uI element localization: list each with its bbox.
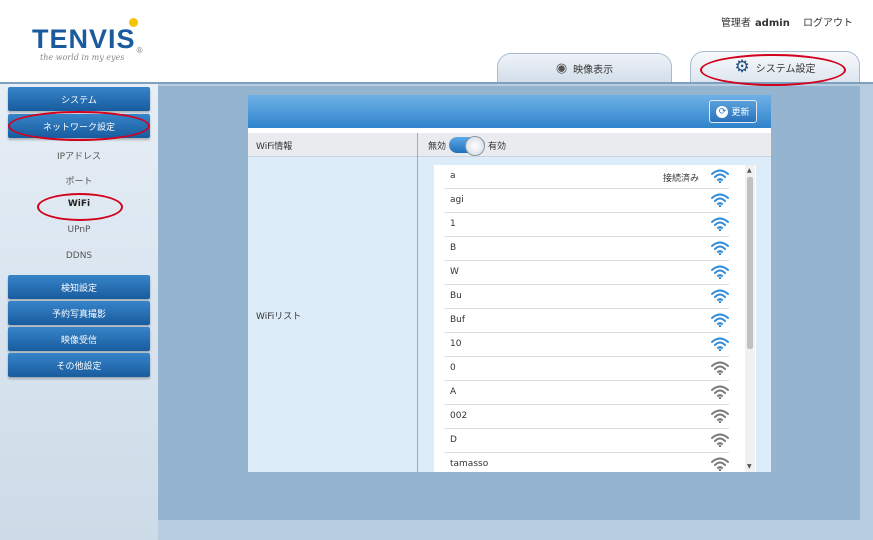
wifi-ssid: Bu: [450, 291, 462, 301]
sidebar-sub-wifi[interactable]: WiFi: [8, 199, 150, 209]
sidebar-item-network[interactable]: ネットワーク設定: [8, 114, 150, 138]
wifi-network-row[interactable]: Bu: [444, 285, 729, 309]
header: TENVIS® the world in my eyes 管理者 admin ログ…: [0, 0, 873, 84]
tab-video-label: 映像表示: [573, 64, 614, 76]
user-prefix: 管理者: [720, 18, 751, 29]
wifi-network-row[interactable]: 002: [444, 405, 729, 429]
wifi-network-row[interactable]: A: [444, 381, 729, 405]
wifi-ssid: B: [450, 243, 457, 253]
wifi-network-row[interactable]: D: [444, 429, 729, 453]
wifi-toggle-group: 無効 有効: [428, 136, 507, 156]
user-name: admin: [754, 18, 790, 29]
wifi-network-row[interactable]: 10: [444, 333, 729, 357]
wifi-ssid: 10: [450, 339, 462, 349]
wifi-signal-icon: [711, 289, 729, 303]
wifi-network-row[interactable]: 0: [444, 357, 729, 381]
user-area: 管理者 admin ログアウト: [721, 14, 853, 29]
wifi-ssid: A: [450, 387, 457, 397]
wifi-signal-icon: [711, 217, 729, 231]
wifi-network-row[interactable]: B: [444, 237, 729, 261]
wifi-signal-icon: [711, 457, 729, 471]
scroll-thumb[interactable]: [747, 177, 753, 349]
brand-name: TENVIS: [32, 24, 136, 54]
toggle-on-label: 有効: [488, 141, 507, 152]
sidebar-sub-ip[interactable]: IPアドレス: [8, 149, 150, 162]
refresh-label: 更新: [731, 108, 750, 118]
wifi-settings-card: ⟳ 更新 WiFi情報 無効 有効 WiFiリスト a 接続済み agi 1 B W Bu B…: [248, 95, 771, 472]
wifi-network-row[interactable]: 1: [444, 213, 729, 237]
webcam-icon: ◉: [555, 60, 568, 76]
wifi-signal-icon: [711, 265, 729, 279]
scrollbar[interactable]: ▲ ▼: [745, 165, 755, 472]
refresh-icon: ⟳: [716, 105, 729, 118]
wifi-list-label: WiFiリスト: [256, 312, 302, 322]
gear-icon: ⚙: [734, 57, 750, 77]
wifi-toggle[interactable]: [449, 136, 486, 156]
sidebar-item-video[interactable]: 映像受信: [8, 327, 150, 351]
wifi-ssid: 0: [450, 363, 456, 373]
sidebar-sub-port[interactable]: ポート: [8, 174, 150, 187]
wifi-network-row[interactable]: agi: [444, 189, 729, 213]
wifi-list-cell: a 接続済み agi 1 B W Bu Buf 10 0 A 002 Dtamasso ▲ ▼: [418, 157, 771, 472]
wifi-ssid: Buf: [450, 315, 466, 325]
wifi-status: 接続済み: [662, 174, 699, 184]
sidebar-item-detect[interactable]: 検知設定: [8, 275, 150, 299]
wifi-signal-icon: [711, 241, 729, 255]
wifi-signal-icon: [711, 361, 729, 375]
wifi-network-row[interactable]: Buf: [444, 309, 729, 333]
sidebar-sub-upnp[interactable]: UPnP: [8, 225, 150, 235]
wifi-list-label-cell: WiFiリスト: [248, 157, 417, 472]
wifi-ssid: agi: [450, 195, 464, 205]
wifi-ssid: tamasso: [450, 459, 489, 469]
wifi-network-row[interactable]: a 接続済み: [444, 165, 729, 189]
brand-reg: ®: [135, 46, 144, 55]
sidebar-item-schedule[interactable]: 予約写真撮影: [8, 301, 150, 325]
scroll-up-icon[interactable]: ▲: [747, 167, 752, 174]
brand-tagline: the world in my eyes: [40, 53, 125, 62]
refresh-button[interactable]: ⟳ 更新: [709, 100, 757, 123]
wifi-signal-icon: [711, 193, 729, 207]
wifi-ssid: 002: [450, 411, 468, 421]
wifi-network-row[interactable]: tamasso: [444, 453, 729, 472]
tab-system-label: システム設定: [755, 63, 816, 75]
wifi-info-row: WiFi情報 無効 有効: [248, 133, 771, 157]
wifi-ssid: a: [450, 171, 456, 181]
wifi-signal-icon: [711, 385, 729, 399]
wifi-signal-icon: [711, 433, 729, 447]
wifi-ssid: W: [450, 267, 459, 277]
wifi-signal-icon: [711, 409, 729, 423]
sidebar-item-system[interactable]: システム: [8, 87, 150, 111]
tab-video[interactable]: ◉ 映像表示: [497, 53, 672, 82]
wifi-list-box: a 接続済み agi 1 B W Bu Buf 10 0 A 002 Dtamasso ▲ ▼: [434, 165, 756, 472]
wifi-network-row[interactable]: W: [444, 261, 729, 285]
wifi-signal-icon: [711, 337, 729, 351]
logo: TENVIS®: [32, 18, 144, 55]
wifi-signal-icon: [711, 169, 729, 183]
logo-dot: [129, 18, 138, 27]
wifi-signal-icon: [711, 313, 729, 327]
logout-link[interactable]: ログアウト: [803, 18, 853, 29]
wifi-list: a 接続済み agi 1 B W Bu Buf 10 0 A 002 Dtamasso: [434, 165, 756, 472]
wifi-info-label: WiFi情報: [256, 142, 293, 152]
tab-system-settings[interactable]: ⚙ システム設定: [690, 51, 860, 82]
wifi-ssid: D: [450, 435, 457, 445]
sidebar-item-other[interactable]: その他設定: [8, 353, 150, 377]
scroll-down-icon[interactable]: ▼: [747, 463, 752, 470]
wifi-ssid: 1: [450, 219, 456, 229]
sidebar-sub-ddns[interactable]: DDNS: [8, 251, 150, 261]
toggle-knob: [465, 136, 486, 156]
sidebar: システム ネットワーク設定 IPアドレス ポート WiFi UPnP DDNS …: [0, 84, 158, 540]
toggle-off-label: 無効: [428, 141, 447, 152]
card-header: ⟳ 更新: [248, 95, 771, 128]
